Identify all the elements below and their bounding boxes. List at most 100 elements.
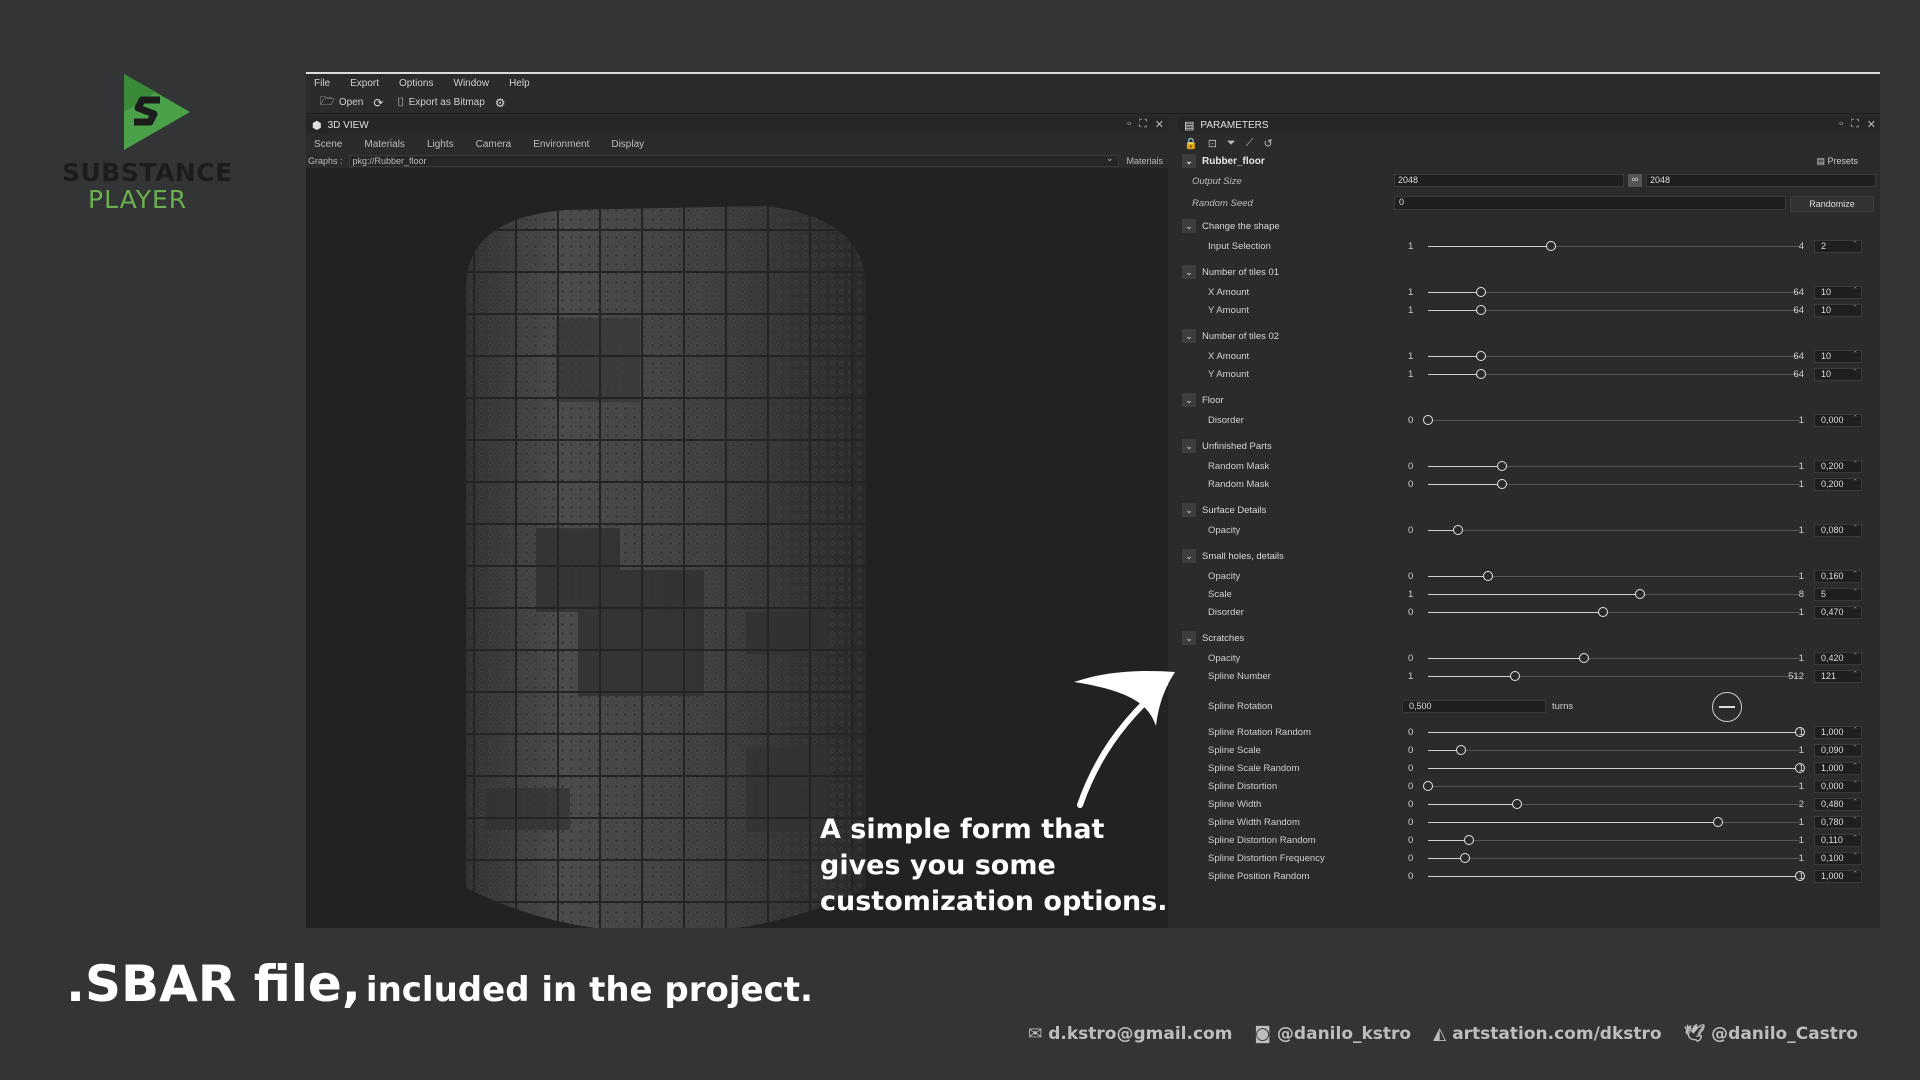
slider-row[interactable]: Spline Position Random 0 1 1,000 <box>1178 869 1868 884</box>
export-bitmap-button[interactable]: ⌷ Export as Bitmap <box>397 95 484 110</box>
collapse-icon[interactable]: ⌄ <box>1182 393 1196 407</box>
slider-knob[interactable] <box>1476 351 1487 361</box>
collapse-icon[interactable]: ⌄ <box>1182 329 1196 343</box>
slider-value[interactable]: 121 <box>1814 669 1862 683</box>
slider-value[interactable]: 10 <box>1814 367 1862 381</box>
slider-knob[interactable] <box>1476 287 1487 297</box>
undock-icon[interactable]: ▫ <box>1839 118 1843 131</box>
slider-row[interactable]: Opacity 0 1 0,160 <box>1178 569 1868 584</box>
slider-row[interactable]: Spline Distortion Random 0 1 0,110 <box>1178 833 1868 848</box>
output-width-select[interactable]: 2048 <box>1394 174 1624 187</box>
slider-value[interactable]: 0,780 <box>1814 815 1862 829</box>
slider-row[interactable]: Y Amount 1 64 10 <box>1178 303 1868 318</box>
slider-knob[interactable] <box>1510 671 1521 681</box>
graph-select[interactable]: pkg://Rubber_floor <box>348 153 1119 167</box>
slider-track[interactable] <box>1428 858 1800 859</box>
slider-row[interactable]: Random Mask 0 1 0,200 <box>1178 477 1868 492</box>
twitter-contact[interactable]: 🕊 @danilo_Castro <box>1684 1024 1858 1044</box>
slider-knob[interactable] <box>1713 817 1724 827</box>
reload-button[interactable]: ⟳ <box>373 96 387 110</box>
collapse-icon[interactable]: ⌄ <box>1182 503 1196 517</box>
collapse-icon[interactable]: ⌄ <box>1182 549 1196 563</box>
menu-help[interactable]: Help <box>509 78 530 89</box>
slider-track[interactable] <box>1428 786 1800 787</box>
collapse-icon[interactable]: ⌄ <box>1182 265 1196 279</box>
spline-rotation-row[interactable]: Spline Rotation 0,500 turns <box>1178 692 1868 722</box>
slider-value[interactable]: 0,100 <box>1814 851 1862 865</box>
slider-value[interactable]: 1,000 <box>1814 869 1862 883</box>
lock-open-icon[interactable]: ⊡ <box>1208 137 1217 150</box>
menu-window[interactable]: Window <box>454 78 490 89</box>
slider-row[interactable]: Opacity 0 1 0,420 <box>1178 651 1868 666</box>
open-button[interactable]: 🗁 Open <box>320 92 363 113</box>
slider-track[interactable] <box>1428 530 1800 531</box>
lock-icon[interactable]: 🔒 <box>1184 137 1198 150</box>
materials-label[interactable]: Materials <box>1127 156 1164 166</box>
reset-icon[interactable]: ↺ <box>1263 137 1272 150</box>
close-icon[interactable]: ✕ <box>1155 118 1164 131</box>
slider-value[interactable]: 0,000 <box>1814 779 1862 793</box>
rotation-dial[interactable] <box>1712 692 1742 722</box>
slider-row[interactable]: Spline Rotation Random 0 1 1,000 <box>1178 725 1868 740</box>
collapse-icon[interactable]: ⌄ <box>1182 631 1196 645</box>
slider-knob[interactable] <box>1482 571 1493 581</box>
slider-row[interactable]: Random Mask 0 1 0,200 <box>1178 459 1868 474</box>
param-group-header[interactable]: ⌄ Number of tiles 01 <box>1178 264 1279 280</box>
param-group-header[interactable]: ⌄ Change the shape <box>1178 218 1280 234</box>
tab-lights[interactable]: Lights <box>427 139 454 150</box>
slider-row[interactable]: Input Selection 1 4 2 <box>1178 239 1868 254</box>
menu-file[interactable]: File <box>314 78 330 89</box>
spline-rotation-input[interactable]: 0,500 <box>1402 700 1546 713</box>
slider-value[interactable]: 0,110 <box>1814 833 1862 847</box>
slider-row[interactable]: Disorder 0 1 0,000 <box>1178 413 1868 428</box>
slider-row[interactable]: X Amount 1 64 10 <box>1178 285 1868 300</box>
slider-track[interactable] <box>1428 750 1800 751</box>
slider-value[interactable]: 0,480 <box>1814 797 1862 811</box>
slider-value[interactable]: 0,200 <box>1814 477 1862 491</box>
slider-value[interactable]: 0,080 <box>1814 523 1862 537</box>
collapse-icon[interactable]: ⌄ <box>1182 439 1196 453</box>
param-group-header[interactable]: ⌄ Scratches <box>1178 630 1244 646</box>
slider-track[interactable] <box>1428 840 1800 841</box>
slider-row[interactable]: Y Amount 1 64 10 <box>1178 367 1868 382</box>
slider-knob[interactable] <box>1476 305 1487 315</box>
slider-knob[interactable] <box>1597 607 1608 617</box>
slider-value[interactable]: 10 <box>1814 349 1862 363</box>
pin-icon[interactable]: ⟋ <box>1246 137 1254 150</box>
collapse-icon[interactable]: ⌄ <box>1182 219 1196 233</box>
random-seed-input[interactable]: 0 <box>1394 196 1786 210</box>
collapse-icon[interactable]: ⌄ <box>1182 154 1196 168</box>
menu-export[interactable]: Export <box>350 78 379 89</box>
maximize-icon[interactable]: ⛶ <box>1139 118 1147 131</box>
slider-value[interactable]: 0,420 <box>1814 651 1862 665</box>
slider-knob[interactable] <box>1579 653 1590 663</box>
slider-row[interactable]: X Amount 1 64 10 <box>1178 349 1868 364</box>
instagram-contact[interactable]: ◙ @danilo_kstro <box>1254 1024 1411 1044</box>
tab-camera[interactable]: Camera <box>476 139 512 150</box>
filter-icon[interactable]: ⏷ <box>1227 137 1236 150</box>
slider-knob[interactable] <box>1545 241 1556 251</box>
slider-value[interactable]: 0,470 <box>1814 605 1862 619</box>
email-contact[interactable]: ✉ d.kstro@gmail.com <box>1028 1024 1232 1044</box>
slider-value[interactable]: 1,000 <box>1814 725 1862 739</box>
param-group-header[interactable]: ⌄ Number of tiles 02 <box>1178 328 1279 344</box>
slider-row[interactable]: Spline Width 0 2 0,480 <box>1178 797 1868 812</box>
param-group-header[interactable]: ⌄ Surface Details <box>1178 502 1266 518</box>
slider-row[interactable]: Spline Distortion 0 1 0,000 <box>1178 779 1868 794</box>
slider-knob[interactable] <box>1460 853 1471 863</box>
slider-value[interactable]: 5 <box>1814 587 1862 601</box>
param-group-header[interactable]: ⌄ Floor <box>1178 392 1224 408</box>
close-icon[interactable]: ✕ <box>1867 118 1876 131</box>
output-height-select[interactable]: 2048 <box>1646 174 1876 187</box>
link-icon[interactable]: ∞ <box>1628 174 1642 187</box>
slider-knob[interactable] <box>1512 799 1523 809</box>
artstation-contact[interactable]: ◭ artstation.com/dkstro <box>1433 1024 1661 1044</box>
slider-value[interactable]: 1,000 <box>1814 761 1862 775</box>
slider-value[interactable]: 10 <box>1814 285 1862 299</box>
tab-display[interactable]: Display <box>611 139 644 150</box>
slider-row[interactable]: Opacity 0 1 0,080 <box>1178 523 1868 538</box>
slider-row[interactable]: Spline Number 1 512 121 <box>1178 669 1868 684</box>
slider-value[interactable]: 2 <box>1814 239 1862 253</box>
slider-knob[interactable] <box>1463 835 1474 845</box>
param-group-header[interactable]: ⌄ Unfinished Parts <box>1178 438 1272 454</box>
